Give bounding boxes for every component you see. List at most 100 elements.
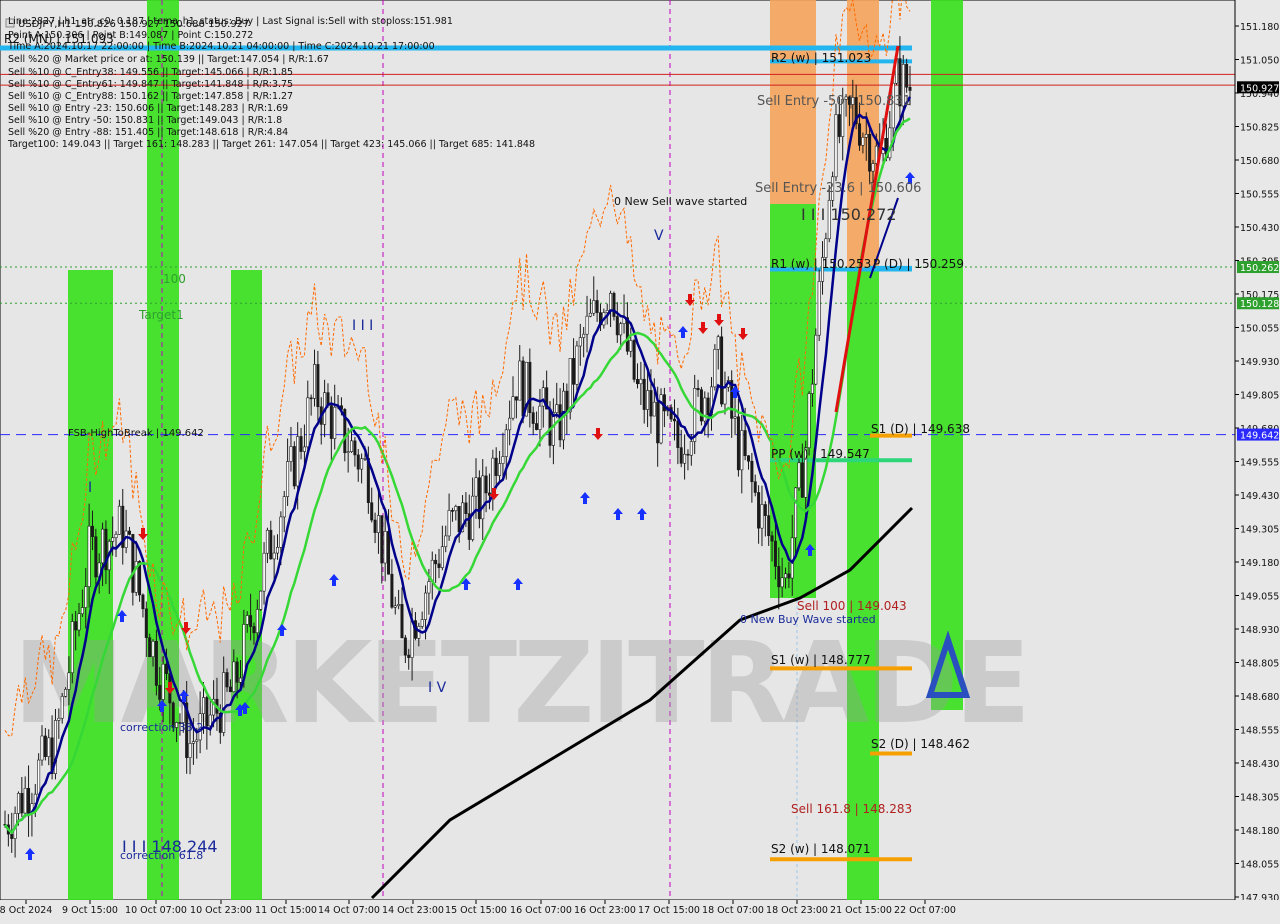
candle-body bbox=[350, 440, 354, 452]
candle-body bbox=[518, 360, 522, 401]
candle-body bbox=[222, 672, 226, 733]
signal-zone-2 bbox=[231, 270, 262, 900]
candle-body bbox=[239, 677, 243, 683]
candle-body bbox=[767, 515, 771, 537]
y-tick-label: 150.555 bbox=[1240, 190, 1279, 201]
y-tick-label: 149.805 bbox=[1240, 391, 1279, 402]
candle-body bbox=[376, 515, 380, 533]
x-tick-label: 18 Oct 07:00 bbox=[702, 905, 764, 916]
annotation-wave-iv: I V bbox=[428, 680, 447, 696]
candle-body bbox=[117, 505, 121, 535]
candle-body bbox=[743, 430, 747, 456]
y-tick-label: 148.055 bbox=[1240, 860, 1279, 871]
candle-body bbox=[646, 390, 650, 410]
candle-body bbox=[498, 463, 502, 476]
candle-body bbox=[279, 516, 283, 548]
candle-body bbox=[696, 388, 700, 391]
candle-body bbox=[575, 345, 579, 385]
candle-body bbox=[760, 504, 764, 529]
annotation-sell-161: Sell 161.8 | 148.283 bbox=[791, 802, 912, 816]
candle-body bbox=[676, 420, 680, 448]
annotation-target1: Target1 bbox=[138, 308, 184, 322]
y-tick-label: 148.680 bbox=[1240, 692, 1279, 703]
x-tick-label: 15 Oct 15:00 bbox=[445, 905, 507, 916]
candle-body bbox=[47, 737, 51, 757]
candle-body bbox=[864, 134, 868, 138]
candle-body bbox=[286, 461, 290, 497]
candle-body bbox=[508, 417, 512, 431]
candle-body bbox=[720, 336, 724, 405]
candle-body bbox=[161, 663, 165, 700]
candle-body bbox=[858, 123, 862, 146]
label-s1-d: S1 (D) | 149.638 bbox=[871, 422, 970, 436]
y-tick-label: 148.805 bbox=[1240, 659, 1279, 670]
chart-stage: MARKETZITRADE R2 (w) | 151.023 R1 (w) | 1… bbox=[0, 0, 1280, 920]
candle-body bbox=[420, 619, 424, 627]
x-tick-label: 10 Oct 07:00 bbox=[125, 905, 187, 916]
candle-body bbox=[662, 394, 666, 412]
candle-body bbox=[521, 360, 525, 417]
candle-body bbox=[450, 510, 454, 512]
candle-body bbox=[289, 446, 293, 462]
candle-body bbox=[70, 621, 74, 674]
annotation-100: 100 bbox=[163, 272, 186, 286]
candle-body bbox=[861, 136, 865, 146]
candle-body bbox=[642, 378, 646, 410]
candle-body bbox=[64, 689, 68, 697]
candle-body bbox=[773, 540, 777, 567]
candle-body bbox=[588, 312, 592, 317]
candle-body bbox=[302, 446, 306, 452]
candle-body bbox=[784, 573, 788, 579]
candle-body bbox=[296, 436, 300, 487]
candle-body bbox=[370, 502, 374, 521]
candle-body bbox=[595, 300, 599, 313]
candle-body bbox=[269, 529, 273, 560]
candle-body bbox=[434, 559, 438, 565]
y-tick-label: 151.180 bbox=[1240, 22, 1279, 33]
label-pp-w: PP (w) | 149.547 bbox=[771, 447, 870, 461]
candle-body bbox=[90, 525, 94, 537]
candle-body bbox=[329, 405, 333, 439]
y-tick-label: 148.930 bbox=[1240, 625, 1279, 636]
y-tick-label: 149.930 bbox=[1240, 357, 1279, 368]
candle-body bbox=[20, 793, 24, 814]
candle-body bbox=[615, 316, 619, 336]
y-tick-label: 150.055 bbox=[1240, 324, 1279, 335]
candle-body bbox=[656, 401, 660, 444]
candle-body bbox=[245, 615, 249, 625]
candle-body bbox=[393, 605, 397, 608]
candle-body bbox=[619, 323, 623, 336]
candle-body bbox=[57, 717, 61, 721]
candle-body bbox=[689, 441, 693, 456]
candle-body bbox=[131, 534, 135, 593]
candle-body bbox=[750, 460, 754, 483]
info-line-0: Line:2827 | h1_atr_c0: 0.187 | tema_h1_s… bbox=[8, 16, 453, 27]
candle-body bbox=[477, 477, 481, 520]
candle-body bbox=[733, 416, 737, 419]
candle-body bbox=[205, 697, 209, 727]
annotation-sell-entry-23: Sell Entry -23.6 | 150.606 bbox=[755, 181, 921, 196]
candle-body bbox=[276, 547, 280, 554]
candle-body bbox=[255, 609, 259, 634]
candle-body bbox=[797, 462, 801, 489]
signal-zone-7 bbox=[931, 0, 963, 710]
candle-body bbox=[612, 293, 616, 317]
candle-body bbox=[424, 592, 428, 620]
candle-body bbox=[686, 453, 690, 456]
candle-body bbox=[905, 64, 909, 88]
candle-body bbox=[249, 615, 253, 627]
candle-body bbox=[504, 429, 508, 457]
candle-body bbox=[457, 506, 461, 533]
candle-body bbox=[10, 833, 14, 839]
candle-body bbox=[127, 530, 131, 535]
candle-body bbox=[437, 563, 441, 568]
y-tick-label: 149.055 bbox=[1240, 592, 1279, 603]
label-s2-w: S2 (w) | 148.071 bbox=[771, 842, 871, 856]
candle-body bbox=[373, 519, 377, 533]
candle-body bbox=[235, 661, 239, 683]
candle-body bbox=[649, 390, 653, 417]
candle-body bbox=[723, 386, 727, 405]
candle-body bbox=[101, 528, 105, 564]
candle-body bbox=[259, 590, 263, 610]
candle-body bbox=[380, 515, 384, 564]
